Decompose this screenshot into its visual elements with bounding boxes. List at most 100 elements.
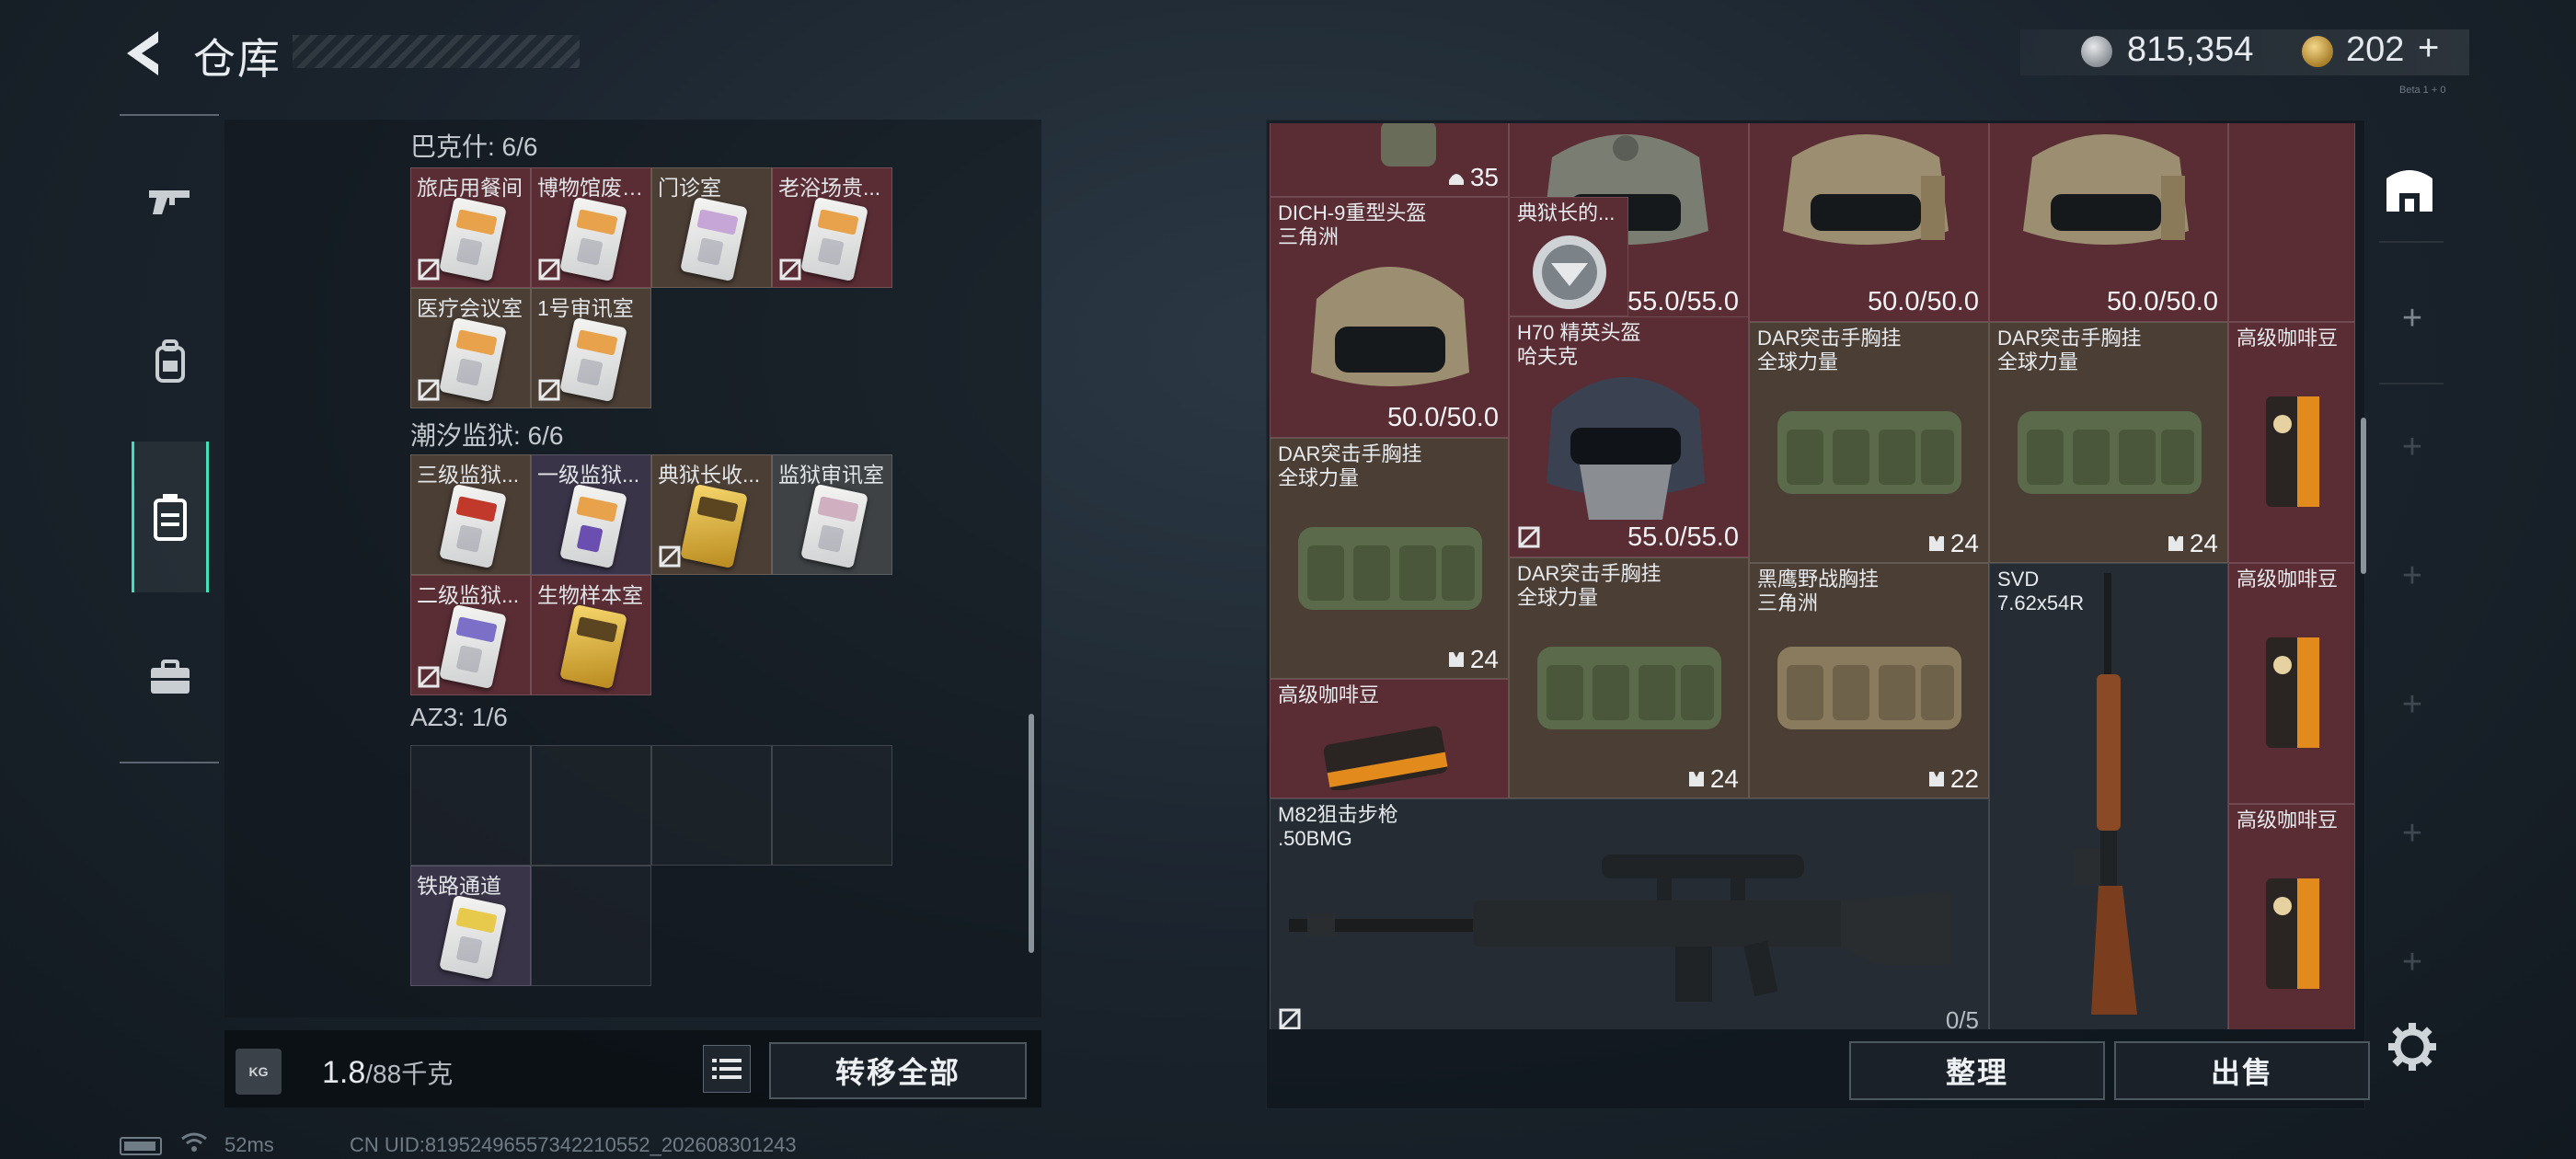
item-name: 监狱审讯室 — [778, 463, 884, 487]
empty-slot[interactable] — [410, 745, 531, 866]
durability: 50.0/50.0 — [1868, 287, 1979, 316]
vest-image — [2018, 411, 2202, 494]
item-name: 黑鹰野战胸挂 三角洲 — [1757, 568, 1880, 614]
empty-slot[interactable] — [651, 745, 772, 866]
stash-item-vest[interactable]: 黑鹰野战胸挂 三角洲 22 — [1749, 563, 1989, 798]
nav-misc[interactable] — [132, 627, 209, 729]
stash-tab-main[interactable] — [2381, 162, 2438, 219]
helmet-image — [1783, 134, 1949, 245]
locked-stash-tab[interactable]: + — [2396, 430, 2429, 465]
stash-item-helmet[interactable]: DICH-9重型头盔 三角洲 50.0/50.0 — [1270, 197, 1509, 438]
locked-stash-tab[interactable]: + — [2396, 816, 2429, 851]
keycard-image — [680, 483, 748, 569]
back-button[interactable] — [118, 26, 167, 81]
left-scrollbar[interactable] — [1029, 714, 1034, 953]
untradable-icon — [1279, 1008, 1301, 1029]
nav-keycards[interactable] — [132, 442, 209, 592]
nav-equipment[interactable] — [132, 311, 209, 412]
untradable-icon — [538, 258, 560, 281]
item-name: 高级咖啡豆 — [2237, 568, 2339, 591]
locked-stash-tab[interactable]: + — [2396, 687, 2429, 722]
keycard-image — [800, 483, 868, 569]
keycard-slot[interactable]: 博物馆废弃... — [531, 167, 651, 288]
stash-item-rifle[interactable]: SVD 7.62x54R — [1989, 563, 2228, 1029]
durability: 50.0/50.0 — [1387, 403, 1499, 432]
stash-item-coffee[interactable]: 高级咖啡豆 — [2228, 322, 2355, 563]
right-scrollbar[interactable] — [2361, 418, 2366, 574]
wifi-icon — [181, 1132, 207, 1152]
version-tag: Beta 1 + 0 — [2399, 85, 2446, 96]
keycard-slot[interactable]: 旅店用餐间 — [410, 167, 531, 288]
item-count: 35 — [1446, 163, 1499, 192]
untradable-icon — [538, 379, 560, 401]
stash-item-vest[interactable]: DAR突击手胸挂 全球力量 24 — [1749, 322, 1989, 563]
durability: 50.0/50.0 — [2107, 287, 2218, 316]
top-up-button[interactable]: + — [2418, 28, 2439, 69]
stash-item-helmet[interactable]: H70 精英头盔 哈夫克 55.0/55.0 — [1509, 316, 1749, 557]
stash-item-vest[interactable]: DAR突击手胸挂 全球力量 24 — [1509, 557, 1749, 798]
keycard-slot[interactable]: 医疗会议室 — [410, 288, 531, 408]
item-name: 医疗会议室 — [417, 296, 523, 320]
stash-item-rifle[interactable]: M82狙击步枪 .50BMG 0/5 — [1270, 798, 1989, 1029]
stash-item-helmet[interactable]: 50.0/50.0 — [1989, 123, 2228, 322]
stash-item-coffee[interactable]: 高级咖啡豆 — [2228, 563, 2355, 804]
locked-stash-tab[interactable]: + — [2396, 945, 2429, 980]
empty-slot[interactable] — [772, 745, 892, 866]
empty-slot[interactable] — [531, 866, 651, 986]
item-count: 24 — [1926, 529, 1979, 558]
nav-weapons[interactable] — [132, 151, 209, 252]
item-name: 二级监狱... — [417, 583, 520, 607]
keycard-slot[interactable]: 典狱长收... — [651, 454, 772, 575]
empty-slot[interactable] — [531, 745, 651, 866]
keycard-image — [559, 196, 627, 282]
weight-readout: 1.8/88千克 — [322, 1054, 453, 1091]
vest-small-icon — [1448, 652, 1464, 667]
ping-readout: 52ms — [224, 1133, 274, 1156]
keycard-image — [439, 196, 507, 282]
vest-small-icon — [1928, 772, 1944, 786]
stash-item-vest[interactable]: DAR突击手胸挂 全球力量 24 — [1270, 438, 1509, 679]
helmet-image — [1311, 267, 1469, 386]
item-name: 三级监狱... — [417, 463, 520, 487]
locked-stash-tab[interactable]: + — [2396, 558, 2429, 593]
keycard-image — [800, 196, 868, 282]
section-title-bakesh: 巴克什: 6/6 — [410, 132, 538, 161]
coffee-bag-image — [1323, 726, 1448, 790]
weight-max: /88千克 — [365, 1060, 454, 1088]
add-stash-tab-button[interactable]: + — [2396, 301, 2429, 336]
durability: 55.0/55.0 — [1627, 522, 1739, 552]
transfer-all-button[interactable]: 转移全部 — [769, 1042, 1027, 1099]
keycard-slot[interactable]: 铁路通道 — [410, 866, 531, 986]
keycard-slot[interactable]: 老浴场贵... — [772, 167, 892, 288]
keycard-slot[interactable]: 监狱审讯室 — [772, 454, 892, 575]
item-count: 24 — [1446, 645, 1499, 674]
keycard-slot[interactable]: 门诊室 — [651, 167, 772, 288]
stash-item-coffee[interactable]: 高级咖啡豆 — [1270, 679, 1509, 798]
keycard-case-icon — [154, 494, 187, 541]
sell-button[interactable]: 出售 — [2114, 1041, 2370, 1100]
vest-small-icon — [1928, 536, 1944, 551]
sort-button[interactable]: 整理 — [1849, 1041, 2105, 1100]
gold-coin-icon — [2302, 36, 2333, 67]
warehouse-icon — [2386, 170, 2432, 212]
gold-balance: 202 — [2346, 30, 2405, 69]
list-view-button[interactable] — [703, 1045, 751, 1093]
untradable-icon — [779, 258, 801, 281]
backpack-icon — [155, 339, 185, 383]
stash-item-coffee[interactable]: 高级咖啡豆 — [2228, 804, 2355, 1029]
keycard-slot[interactable]: 二级监狱... — [410, 575, 531, 695]
stash-item-vest[interactable]: DAR突击手胸挂 全球力量 24 — [1989, 322, 2228, 563]
keycard-slot[interactable]: 生物样本室 — [531, 575, 651, 695]
keycard-slot[interactable]: 1号审讯室 — [531, 288, 651, 408]
stash-item[interactable] — [2228, 123, 2355, 322]
keycard-slot[interactable]: 三级监狱... — [410, 454, 531, 575]
item-name: DAR突击手胸挂 全球力量 — [1517, 562, 1662, 609]
settings-button[interactable] — [2388, 1023, 2436, 1071]
stash-item-helmet[interactable]: 50.0/50.0 — [1749, 123, 1989, 322]
stash-item[interactable]: 35 — [1270, 123, 1509, 197]
section-title-prison: 潮汐监狱: 6/6 — [410, 421, 564, 450]
item-name: DAR突击手胸挂 全球力量 — [1757, 327, 1902, 373]
stash-item-badge[interactable]: 典狱长的... — [1509, 197, 1628, 316]
keycard-slot[interactable]: 一级监狱... — [531, 454, 651, 575]
title-decoration — [293, 35, 580, 68]
